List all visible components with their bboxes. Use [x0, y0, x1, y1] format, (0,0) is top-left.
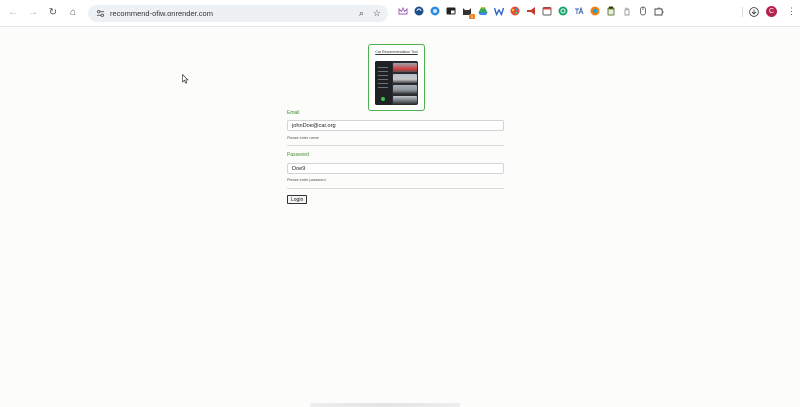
password-field[interactable] [287, 163, 504, 174]
home-icon[interactable]: ⌂ [66, 6, 80, 20]
hand-extension-icon[interactable] [622, 6, 632, 16]
bookmark-star-icon[interactable]: ☆ [373, 8, 381, 19]
forward-arrow-icon[interactable]: → [26, 6, 40, 20]
browser-toolbar: ← → ↻ ⌂ recommend-ofiw.onrender.com ⌕ ☆ [0, 0, 800, 27]
mouse-cursor-icon [182, 74, 189, 84]
cat-extension-icon[interactable]: 1 [462, 6, 475, 19]
back-arrow-icon[interactable]: ← [6, 6, 20, 20]
extension-badge: 1 [469, 14, 475, 19]
puzzle-extensions-icon[interactable] [654, 6, 664, 16]
crown-extension-icon[interactable] [398, 6, 408, 16]
password-divider [287, 188, 504, 189]
picture-in-picture-extension-icon[interactable] [446, 6, 456, 16]
compass-extension-icon[interactable] [430, 6, 440, 16]
password-label: Password [287, 152, 309, 158]
app-preview-card: Car Recommendation Tool [368, 44, 425, 111]
app-title: Car Recommendation Tool [375, 50, 418, 54]
bottom-edge [310, 403, 460, 407]
reload-icon[interactable]: ↻ [46, 6, 60, 20]
email-divider [287, 145, 504, 146]
login-button[interactable]: Login [287, 195, 308, 204]
word-extension-icon[interactable] [494, 6, 504, 16]
profile-avatar[interactable]: C [766, 6, 777, 17]
mouse-extension-icon[interactable] [638, 6, 648, 16]
translate-extension-icon[interactable] [574, 6, 584, 16]
grammar-extension-icon[interactable] [558, 6, 568, 16]
clipboard-extension-icon[interactable] [606, 6, 616, 16]
swirl-extension-icon[interactable] [590, 6, 600, 16]
site-settings-icon[interactable] [95, 8, 105, 18]
calendar-extension-icon[interactable] [542, 6, 552, 16]
extensions-row: 1 [398, 6, 664, 19]
browser-menu-icon[interactable]: ⋮ [787, 5, 796, 17]
password-helper-text: Please enter password [287, 178, 326, 182]
google-drive-icon[interactable] [478, 6, 488, 16]
sync-extension-icon[interactable] [414, 6, 424, 16]
app-preview-image [375, 61, 418, 105]
megaphone-extension-icon[interactable] [526, 6, 536, 16]
email-field[interactable] [287, 120, 504, 131]
email-helper-text: Please enter name [287, 136, 319, 140]
zoom-icon[interactable]: ⌕ [359, 8, 364, 19]
toolbar-divider [742, 7, 743, 17]
download-icon[interactable] [749, 7, 759, 17]
address-bar[interactable]: recommend-ofiw.onrender.com ⌕ ☆ [88, 4, 388, 22]
url-text[interactable]: recommend-ofiw.onrender.com [110, 9, 213, 18]
email-label: Email [287, 110, 300, 116]
palette-extension-icon[interactable] [510, 6, 520, 16]
